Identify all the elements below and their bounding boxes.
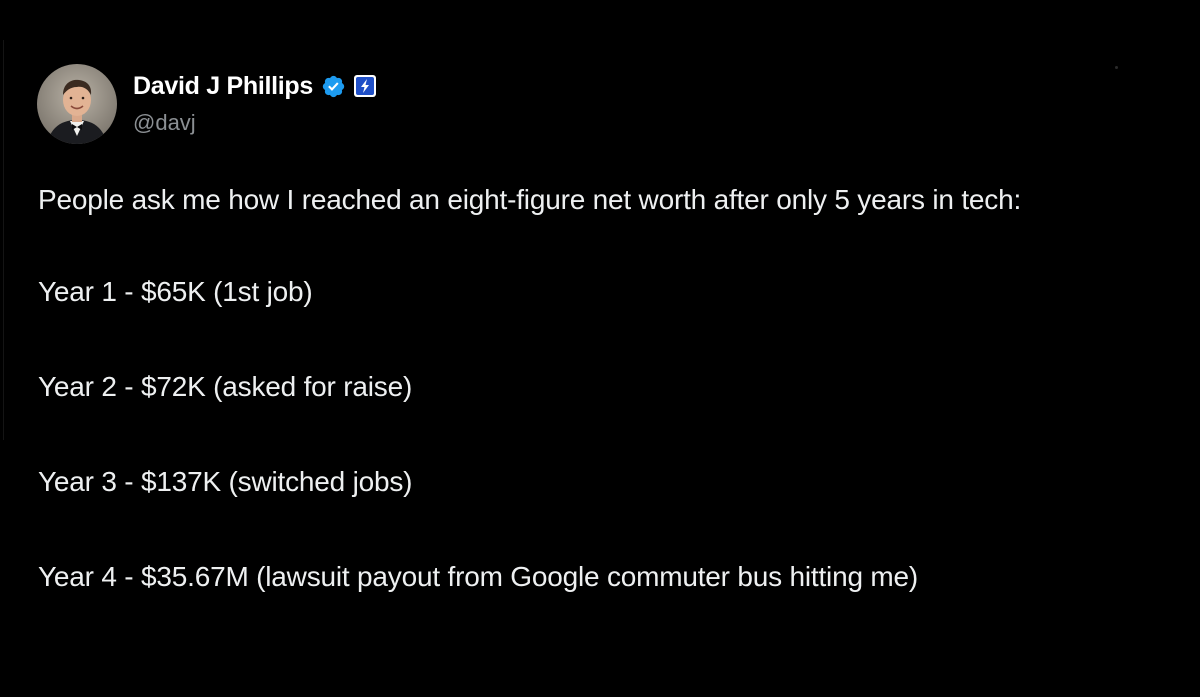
tweet-card: David J Phillips @davj People ask me how… (0, 0, 1200, 697)
profile-photo-icon (37, 64, 117, 144)
author-identity: David J Phillips @davj (133, 68, 377, 136)
tweet-line-year-1: Year 1 - $65K (1st job) (38, 276, 313, 307)
tweet-line-year-2: Year 2 - $72K (asked for raise) (38, 371, 413, 402)
user-handle[interactable]: @davj (133, 110, 377, 136)
tweet-header: David J Phillips @davj (37, 64, 377, 144)
tweet-line-year-4: Year 4 - $35.67M (lawsuit payout from Go… (38, 561, 919, 592)
decorative-dot (1115, 66, 1118, 69)
display-name[interactable]: David J Phillips (133, 72, 313, 101)
tweet-body: People ask me how I reached an eight-fig… (38, 178, 1178, 598)
name-row: David J Phillips (133, 68, 377, 104)
avatar[interactable] (37, 64, 117, 144)
lightning-badge-icon[interactable] (353, 74, 377, 98)
divider (3, 40, 4, 440)
tweet-intro: People ask me how I reached an eight-fig… (38, 184, 1022, 215)
tweet-line-year-3: Year 3 - $137K (switched jobs) (38, 466, 413, 497)
verified-badge-icon[interactable] (321, 74, 346, 99)
